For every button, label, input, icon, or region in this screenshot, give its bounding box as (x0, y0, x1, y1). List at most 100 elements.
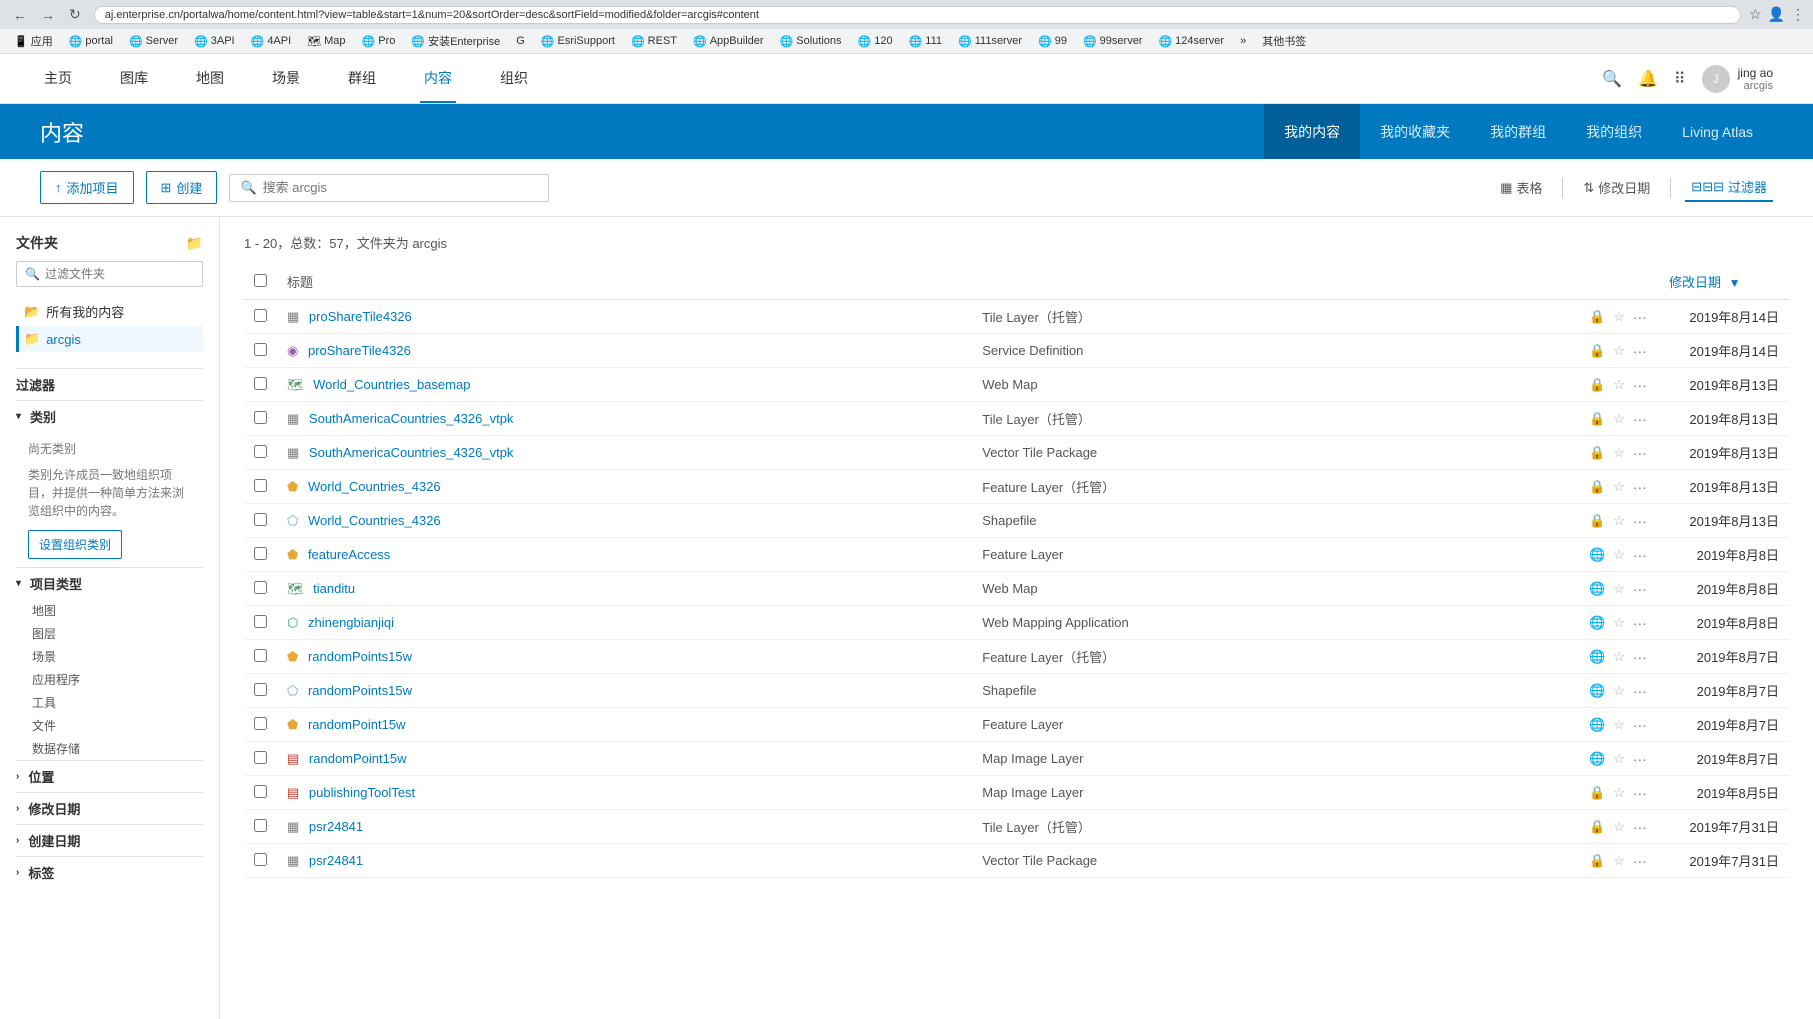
row-checkbox-0[interactable] (254, 309, 267, 322)
url-bar[interactable]: aj.enterprise.cn/portalwa/home/content.h… (94, 6, 1741, 24)
row-checkbox-16[interactable] (254, 853, 267, 866)
item-link-4[interactable]: SouthAmericaCountries_4326_vtpk (309, 445, 514, 460)
row-checkbox-1[interactable] (254, 343, 267, 356)
add-item-button[interactable]: ↑ 添加项目 (40, 171, 134, 204)
row-checkbox-6[interactable] (254, 513, 267, 526)
star-icon-10[interactable]: ☆ (1613, 649, 1625, 665)
star-icon-9[interactable]: ☆ (1613, 615, 1625, 631)
bookmarks-overflow[interactable]: » (1234, 33, 1252, 49)
search-box[interactable]: 🔍 (229, 174, 549, 202)
bookmark-111server[interactable]: 🌐 111server (952, 33, 1028, 50)
modified-date-header[interactable]: › 修改日期 (16, 792, 203, 824)
folder-filter-box[interactable]: 🔍 (16, 261, 203, 287)
more-icon-8[interactable]: ··· (1633, 581, 1647, 597)
star-icon-4[interactable]: ☆ (1613, 445, 1625, 461)
row-checkbox-9[interactable] (254, 615, 267, 628)
bookmark-g[interactable]: G (510, 33, 531, 49)
browser-nav[interactable]: ← → ↻ (8, 4, 86, 25)
more-icon-12[interactable]: ··· (1633, 717, 1647, 733)
more-icon-0[interactable]: ··· (1633, 309, 1647, 325)
more-icon-14[interactable]: ··· (1633, 785, 1647, 801)
bookmark-esrisupport[interactable]: 🌐 EsriSupport (535, 33, 621, 50)
item-link-1[interactable]: proShareTile4326 (308, 343, 411, 358)
more-icon-11[interactable]: ··· (1633, 683, 1647, 699)
modified-date-button[interactable]: ⇅ 修改日期 (1577, 174, 1656, 201)
folder-filter-input[interactable] (45, 267, 194, 281)
item-link-6[interactable]: World_Countries_4326 (308, 513, 441, 528)
more-icon-6[interactable]: ··· (1633, 513, 1647, 529)
more-icon-7[interactable]: ··· (1633, 547, 1647, 563)
more-icon-9[interactable]: ··· (1633, 615, 1647, 631)
nav-home[interactable]: 主页 (40, 54, 76, 103)
tab-my-org[interactable]: 我的组织 (1566, 104, 1662, 159)
row-checkbox-10[interactable] (254, 649, 267, 662)
bookmark-enterprise[interactable]: 🌐 安装Enterprise (405, 31, 506, 51)
item-link-2[interactable]: World_Countries_basemap (313, 377, 470, 392)
bookmark-3api[interactable]: 🌐 3API (188, 33, 241, 50)
folder-arcgis[interactable]: 📁 arcgis (16, 326, 203, 352)
filter-files[interactable]: 文件 (16, 714, 203, 737)
star-icon-16[interactable]: ☆ (1613, 853, 1625, 869)
row-checkbox-4[interactable] (254, 445, 267, 458)
search-input[interactable] (263, 180, 539, 195)
nav-scene[interactable]: 场景 (268, 54, 304, 103)
row-checkbox-2[interactable] (254, 377, 267, 390)
item-link-15[interactable]: psr24841 (309, 819, 363, 834)
item-link-12[interactable]: randomPoint15w (308, 717, 406, 732)
star-icon-13[interactable]: ☆ (1613, 751, 1625, 767)
search-icon[interactable]: 🔍 (1602, 69, 1622, 89)
star-icon-12[interactable]: ☆ (1613, 717, 1625, 733)
nav-groups[interactable]: 群组 (344, 54, 380, 103)
bookmark-rest[interactable]: 🌐 REST (625, 33, 683, 50)
nav-gallery[interactable]: 图库 (116, 54, 152, 103)
set-category-button[interactable]: 设置组织类别 (28, 530, 122, 559)
folder-all-content[interactable]: 📂 所有我的内容 (16, 297, 203, 326)
bookmark-4api[interactable]: 🌐 4API (245, 33, 298, 50)
star-icon-0[interactable]: ☆ (1613, 309, 1625, 325)
bookmark-appbuilder[interactable]: 🌐 AppBuilder (687, 33, 770, 50)
row-checkbox-12[interactable] (254, 717, 267, 730)
row-checkbox-13[interactable] (254, 751, 267, 764)
created-date-header[interactable]: › 创建日期 (16, 824, 203, 856)
star-icon-1[interactable]: ☆ (1613, 343, 1625, 359)
item-link-5[interactable]: World_Countries_4326 (308, 479, 441, 494)
more-icon-15[interactable]: ··· (1633, 819, 1647, 835)
item-link-14[interactable]: publishingToolTest (309, 785, 415, 800)
row-checkbox-8[interactable] (254, 581, 267, 594)
row-checkbox-11[interactable] (254, 683, 267, 696)
create-button[interactable]: ⊞ 创建 (146, 171, 218, 204)
filter-button[interactable]: ⊟⊟⊟ 过滤器 (1685, 173, 1773, 202)
item-link-0[interactable]: proShareTile4326 (309, 309, 412, 324)
table-view-button[interactable]: ▦ 表格 (1494, 174, 1548, 201)
tab-living-atlas[interactable]: Living Atlas (1662, 104, 1773, 159)
apps-grid-icon[interactable]: ⠿ (1674, 69, 1686, 89)
star-icon-7[interactable]: ☆ (1613, 547, 1625, 563)
more-icon-2[interactable]: ··· (1633, 377, 1647, 393)
star-icon-2[interactable]: ☆ (1613, 377, 1625, 393)
filter-apps[interactable]: 应用程序 (16, 668, 203, 691)
star-icon-15[interactable]: ☆ (1613, 819, 1625, 835)
filter-maps[interactable]: 地图 (16, 599, 203, 622)
row-checkbox-3[interactable] (254, 411, 267, 424)
star-page-icon[interactable]: ☆ (1749, 6, 1762, 23)
item-link-13[interactable]: randomPoint15w (309, 751, 407, 766)
tab-my-content[interactable]: 我的内容 (1264, 104, 1360, 159)
tags-header[interactable]: › 标签 (16, 856, 203, 888)
bookmark-124server[interactable]: 🌐 124server (1152, 33, 1230, 50)
more-icon-10[interactable]: ··· (1633, 649, 1647, 665)
menu-icon[interactable]: ⋮ (1791, 6, 1805, 23)
filter-scenes[interactable]: 场景 (16, 645, 203, 668)
star-icon-5[interactable]: ☆ (1613, 479, 1625, 495)
row-checkbox-14[interactable] (254, 785, 267, 798)
tab-favorites[interactable]: 我的收藏夹 (1360, 104, 1470, 159)
item-link-7[interactable]: featureAccess (308, 547, 390, 562)
reload-button[interactable]: ↻ (64, 4, 86, 25)
more-icon-5[interactable]: ··· (1633, 479, 1647, 495)
notification-icon[interactable]: 🔔 (1638, 69, 1658, 89)
category-header[interactable]: ▾ 类别 (16, 400, 203, 432)
col-header-date[interactable]: 修改日期 ▼ (1659, 264, 1789, 300)
bookmark-99server[interactable]: 🌐 99server (1077, 33, 1149, 50)
nav-map[interactable]: 地图 (192, 54, 228, 103)
bookmark-99[interactable]: 🌐 99 (1032, 33, 1073, 50)
item-link-11[interactable]: randomPoints15w (308, 683, 412, 698)
